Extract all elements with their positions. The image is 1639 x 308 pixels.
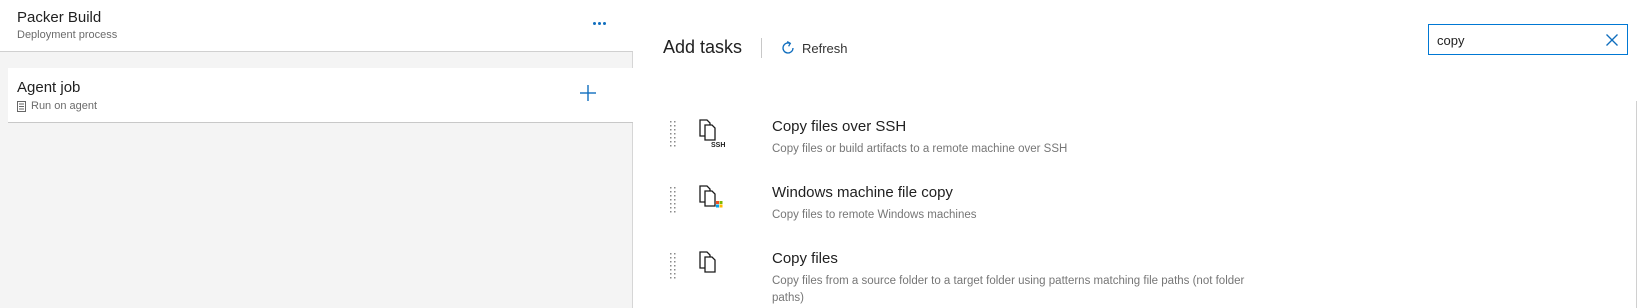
windows-file-copy-icon <box>698 184 726 214</box>
drag-handle-icon[interactable] <box>669 186 677 214</box>
clear-search-button[interactable] <box>1605 33 1619 47</box>
list-scroll-edge <box>1636 101 1637 308</box>
task-description: Copy files or build artifacts to a remot… <box>772 143 1068 155</box>
process-title: Packer Build <box>17 9 102 26</box>
more-dot <box>592 21 596 25</box>
add-tasks-title: Add tasks <box>663 37 743 57</box>
add-tasks-panel: Add tasks Refresh copy SSH Copy files ov… <box>634 0 1639 308</box>
task-search-box[interactable] <box>1428 24 1628 55</box>
deployment-process-header[interactable]: Packer Build Deployment process <box>0 0 633 52</box>
more-dot <box>597 21 601 25</box>
refresh-icon <box>780 40 796 56</box>
task-search-input[interactable] <box>1437 31 1597 49</box>
refresh-label: Refresh <box>802 40 848 56</box>
task-description: Copy files to remote Windows machines <box>772 209 977 221</box>
copy-ssh-icon: SSH <box>698 118 726 149</box>
job-subtitle-text: Run on agent <box>31 100 98 112</box>
pipeline-pane: Packer Build Deployment process Agent jo… <box>0 0 633 308</box>
close-icon <box>1606 34 1618 46</box>
task-name: Copy files <box>772 250 838 267</box>
add-task-plus-button[interactable] <box>577 82 599 104</box>
copy-files-icon <box>698 250 726 280</box>
job-subtitle: Run on agent <box>17 100 97 112</box>
task-item-copy-files[interactable]: Copy files Copy files from a source fold… <box>669 250 1289 308</box>
refresh-button[interactable]: Refresh <box>780 40 848 56</box>
job-title: Agent job <box>17 79 81 96</box>
task-item-copy-files-over-ssh[interactable]: SSH Copy files over SSH Copy files or bu… <box>669 118 1289 178</box>
server-icon <box>17 100 26 112</box>
task-name: Copy files over SSH <box>772 118 907 135</box>
task-item-windows-machine-file-copy[interactable]: Windows machine file copy Copy files to … <box>669 184 1289 244</box>
drag-handle-icon[interactable] <box>669 120 677 148</box>
agent-job-card[interactable]: Agent job Run on agent <box>8 68 633 123</box>
more-actions-button[interactable] <box>588 12 610 34</box>
plus-icon <box>580 85 596 101</box>
more-dot <box>602 21 606 25</box>
title-divider <box>761 38 762 58</box>
svg-text:SSH: SSH <box>711 142 725 148</box>
process-subtitle: Deployment process <box>17 29 118 41</box>
task-name: Windows machine file copy <box>772 184 953 201</box>
task-description: Copy files from a source folder to a tar… <box>772 275 1245 304</box>
drag-handle-icon[interactable] <box>669 252 677 280</box>
